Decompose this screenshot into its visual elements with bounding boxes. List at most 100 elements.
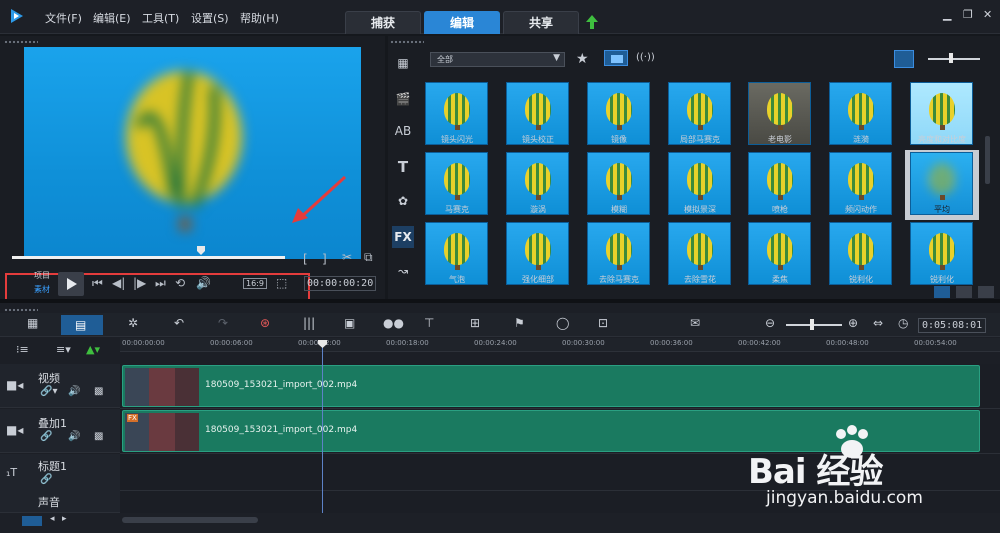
zoom-handle[interactable]	[810, 319, 814, 330]
track-zoom-button[interactable]	[22, 516, 42, 526]
fx-item[interactable]: 局部马赛克	[663, 80, 737, 150]
fx-item[interactable]: 镜头闪光	[420, 80, 494, 150]
prev-frame-icon[interactable]: ◀|	[112, 276, 125, 290]
zoom-slider[interactable]	[786, 324, 842, 326]
video-clip[interactable]: 180509_153021_import_002.mp4	[122, 365, 980, 407]
storyboard-view-icon[interactable]: ▦	[27, 316, 38, 330]
mark-out-icon[interactable]: ]	[322, 252, 327, 266]
edit-view-button[interactable]	[978, 286, 994, 298]
fx-item[interactable]: 平均	[905, 150, 979, 220]
transition-icon[interactable]: AB	[392, 120, 414, 142]
scrub-bar[interactable]	[12, 256, 285, 259]
motion-tracking-icon[interactable]: ●●	[383, 316, 404, 330]
fx-item[interactable]: 镜像	[582, 80, 656, 150]
fx-item[interactable]: 涟漪	[824, 80, 898, 150]
fx-item[interactable]: 模拟景深	[663, 150, 737, 220]
zoom-in-icon[interactable]: ⊕	[848, 316, 858, 330]
zoom-out-icon[interactable]: ⊖	[765, 316, 775, 330]
fx-item[interactable]: 镜头校正	[501, 80, 575, 150]
time-ruler[interactable]: 00:00:00:0000:00:06:0000:00:12:0000:00:1…	[120, 338, 1000, 352]
panel-grip[interactable]	[4, 40, 38, 44]
fx-item[interactable]: 马赛克	[420, 150, 494, 220]
thumbnail-size-slider[interactable]	[928, 58, 980, 60]
panel-grip[interactable]	[4, 308, 38, 312]
upload-arrow-icon[interactable]	[585, 14, 599, 30]
tab-share[interactable]: 共享	[503, 11, 579, 34]
mark-in-icon[interactable]: [	[303, 252, 308, 266]
track-manager-icon[interactable]: ⁝≡	[16, 343, 29, 356]
link-icon[interactable]: 🔗	[40, 431, 52, 442]
link-icon[interactable]: 🔗	[40, 474, 52, 485]
thumbnail-view-button[interactable]	[894, 50, 914, 68]
tab-capture[interactable]: 捕获	[345, 11, 421, 34]
add-favorite-icon[interactable]: ★	[576, 51, 589, 67]
fx-item[interactable]: 锐利化	[905, 220, 979, 290]
library-scrollbar[interactable]	[985, 136, 990, 184]
fx-item[interactable]: 气泡	[420, 220, 494, 290]
fx-item[interactable]: 老电影	[743, 80, 817, 150]
panel-grip[interactable]	[390, 40, 424, 44]
instant-project-icon[interactable]: 🎬	[392, 88, 414, 110]
toolbox-icon[interactable]: ✲	[128, 316, 138, 330]
video-track-icon[interactable]: ■◂	[6, 378, 23, 392]
fx-item[interactable]: 去除雪花	[663, 220, 737, 290]
project-duration[interactable]: 0:05:08:01	[918, 318, 987, 333]
fx-item[interactable]: 频闪动作	[824, 150, 898, 220]
media-library-icon[interactable]: ▦	[392, 52, 414, 74]
scroll-left-icon[interactable]: ◂	[50, 514, 55, 524]
aspect-ratio[interactable]: 16:9	[243, 278, 267, 289]
marker-icon[interactable]: ▲▾	[86, 343, 100, 356]
timeline-view-button[interactable]: ▤	[61, 315, 103, 335]
fx-item[interactable]: 强化细部	[501, 220, 575, 290]
timeline-scrollbar[interactable]	[122, 517, 258, 523]
title-track-icon[interactable]: ₁T	[6, 466, 17, 479]
sound-mixer-icon[interactable]: |||	[303, 316, 315, 330]
fx-filter-icon[interactable]: FX	[392, 226, 414, 248]
chapter-icon[interactable]: ≡▾	[56, 343, 71, 356]
link-icon[interactable]: 🔗▾	[40, 386, 57, 397]
overlay-track-icon[interactable]: ■◂	[6, 423, 23, 437]
audio-fx-icon[interactable]: ((·))	[636, 52, 655, 63]
thumbnail-size-handle[interactable]	[949, 53, 953, 63]
menu-help[interactable]: 帮助(H)	[240, 10, 279, 26]
record-capture-icon[interactable]: ⊛	[260, 316, 270, 330]
end-icon[interactable]: ⏭	[155, 276, 166, 291]
play-button[interactable]	[58, 272, 84, 296]
close-icon[interactable]: ✕	[983, 8, 992, 21]
volume-icon[interactable]: 🔊	[196, 276, 211, 290]
fx-item[interactable]: 柔焦	[743, 220, 817, 290]
home-icon[interactable]: ⏮	[92, 276, 103, 291]
render-icon[interactable]: ✉	[690, 316, 700, 330]
fx-item[interactable]: 亮度和对比度	[905, 80, 979, 150]
playhead[interactable]	[322, 341, 323, 513]
scrub-handle-icon[interactable]	[196, 245, 206, 256]
mute-icon[interactable]: 🔊	[68, 386, 80, 397]
fx-item[interactable]: 漩涡	[501, 150, 575, 220]
fx-item[interactable]: 喷枪	[743, 150, 817, 220]
restore-icon[interactable]: ❐	[963, 8, 973, 21]
project-label[interactable]: 项目	[34, 270, 50, 281]
clip-label[interactable]: 素材	[34, 284, 50, 295]
crop-icon[interactable]: ⬚	[276, 276, 287, 290]
multicam-icon[interactable]: ⊞	[470, 316, 480, 330]
menu-file[interactable]: 文件(F)	[45, 10, 82, 26]
motion-path-icon[interactable]: ↝	[392, 260, 414, 282]
enlarge-icon[interactable]: ⧉	[364, 250, 373, 265]
view-video-button[interactable]	[604, 50, 628, 66]
tab-edit[interactable]: 编辑	[424, 11, 500, 34]
auto-music-icon[interactable]: ▣	[344, 316, 355, 330]
fx-item[interactable]: 模糊	[582, 150, 656, 220]
category-select[interactable]: 全部 ▼	[430, 52, 565, 67]
fx-item[interactable]: 锐利化	[824, 220, 898, 290]
fit-project-icon[interactable]: ⇔	[873, 316, 883, 330]
next-frame-icon[interactable]: |▶	[133, 276, 146, 290]
timecode[interactable]: 00:00:00:20	[304, 276, 377, 291]
ripple-icon[interactable]: ▩	[94, 431, 103, 442]
mute-icon[interactable]: 🔊	[68, 431, 80, 442]
time-remapping-icon[interactable]: ⚑	[514, 316, 525, 330]
fx-item[interactable]: 去除马赛克	[582, 220, 656, 290]
pan-zoom-icon[interactable]: ⊡	[598, 316, 608, 330]
playhead-handle-icon[interactable]	[317, 339, 328, 349]
menu-edit[interactable]: 编辑(E)	[93, 10, 131, 26]
scissors-icon[interactable]: ✂	[342, 250, 352, 264]
